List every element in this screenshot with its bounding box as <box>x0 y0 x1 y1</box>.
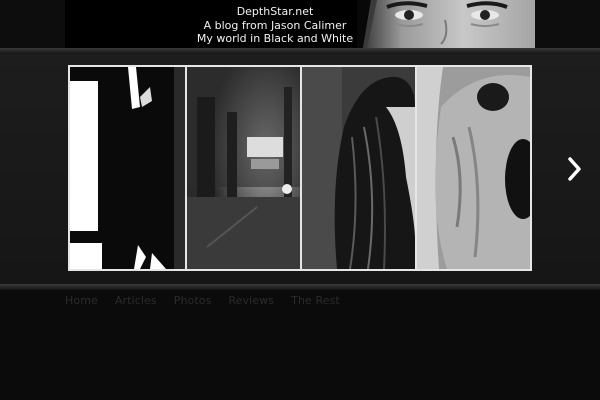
slide-panel-street-night[interactable] <box>187 67 300 269</box>
site-title[interactable]: DepthStar.net <box>185 5 365 19</box>
slide-panel-dog-closeup[interactable] <box>417 67 530 269</box>
main-nav: Home Articles Photos Reviews The Rest <box>65 294 340 310</box>
nav-item-home[interactable]: Home <box>65 294 98 310</box>
slide-image-abstract-shadow <box>70 67 185 269</box>
slide-image-woman-hair <box>302 67 415 269</box>
slide-panel-woman-hair[interactable] <box>302 67 415 269</box>
author-face-photo <box>357 0 535 48</box>
slider-next-arrow-icon[interactable] <box>565 154 585 184</box>
header-left-margin <box>0 0 65 48</box>
slider-gallery-frame <box>68 65 532 271</box>
header-right-margin <box>535 0 600 48</box>
site-tagline: A blog from Jason Calimer <box>203 18 347 32</box>
nav-item-photos[interactable]: Photos <box>174 294 212 310</box>
slide-image-dog-closeup <box>417 67 530 269</box>
banner-text: DepthStar.net A blog from Jason Calimer … <box>185 5 365 46</box>
site-header: DepthStar.net A blog from Jason Calimer … <box>0 0 600 48</box>
photo-slider <box>0 54 600 284</box>
nav-item-articles[interactable]: Articles <box>115 294 157 310</box>
nav-item-the-rest[interactable]: The Rest <box>291 294 340 310</box>
site-subtagline: My world in Black and White <box>196 32 354 45</box>
slide-panel-abstract-shadow[interactable] <box>70 67 185 269</box>
header-banner[interactable]: DepthStar.net A blog from Jason Calimer … <box>65 0 535 48</box>
slider-divider <box>0 284 600 290</box>
nav-item-reviews[interactable]: Reviews <box>228 294 274 310</box>
slide-image-street-night <box>187 67 300 269</box>
